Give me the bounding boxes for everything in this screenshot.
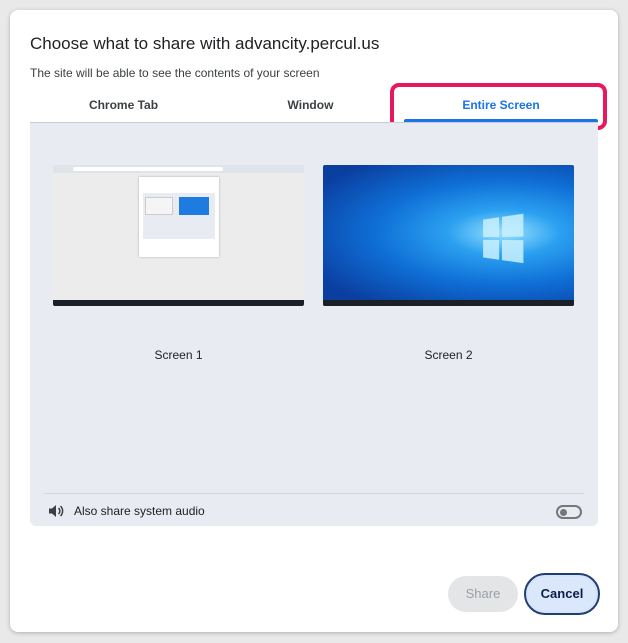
toggle-knob [560,508,567,516]
tab-entire-screen[interactable]: Entire Screen [404,92,598,122]
screen-2-label: Screen 2 [424,348,473,362]
cancel-button[interactable]: Cancel [524,573,600,615]
dialog-subtitle: The site will be able to see the content… [30,66,320,80]
source-tabs: Chrome Tab Window Entire Screen [30,92,598,122]
audio-row: Also share system audio [48,503,205,519]
tab-chrome-tab[interactable]: Chrome Tab [30,92,217,122]
screen-1-label: Screen 1 [154,348,203,362]
screen-1-thumbnail [53,165,304,306]
tab-entire-screen-label: Entire Screen [462,98,540,112]
audio-label: Also share system audio [74,504,205,518]
dialog-title: Choose what to share with advancity.perc… [30,34,380,53]
share-button[interactable]: Share [448,576,518,612]
tab-window[interactable]: Window [217,92,404,122]
screen-picker-panel: Screen 1 Screen 2 Also share system audi… [30,122,598,526]
screen-2-thumbnail [323,165,574,306]
screen-2-option[interactable]: Screen 2 [323,165,574,362]
speaker-icon [49,505,64,517]
windows-logo-icon [483,213,525,264]
share-dialog: Choose what to share with advancity.perc… [10,10,618,632]
divider [44,493,584,494]
screen-1-option[interactable]: Screen 1 [53,165,304,362]
system-audio-toggle[interactable] [556,505,582,519]
